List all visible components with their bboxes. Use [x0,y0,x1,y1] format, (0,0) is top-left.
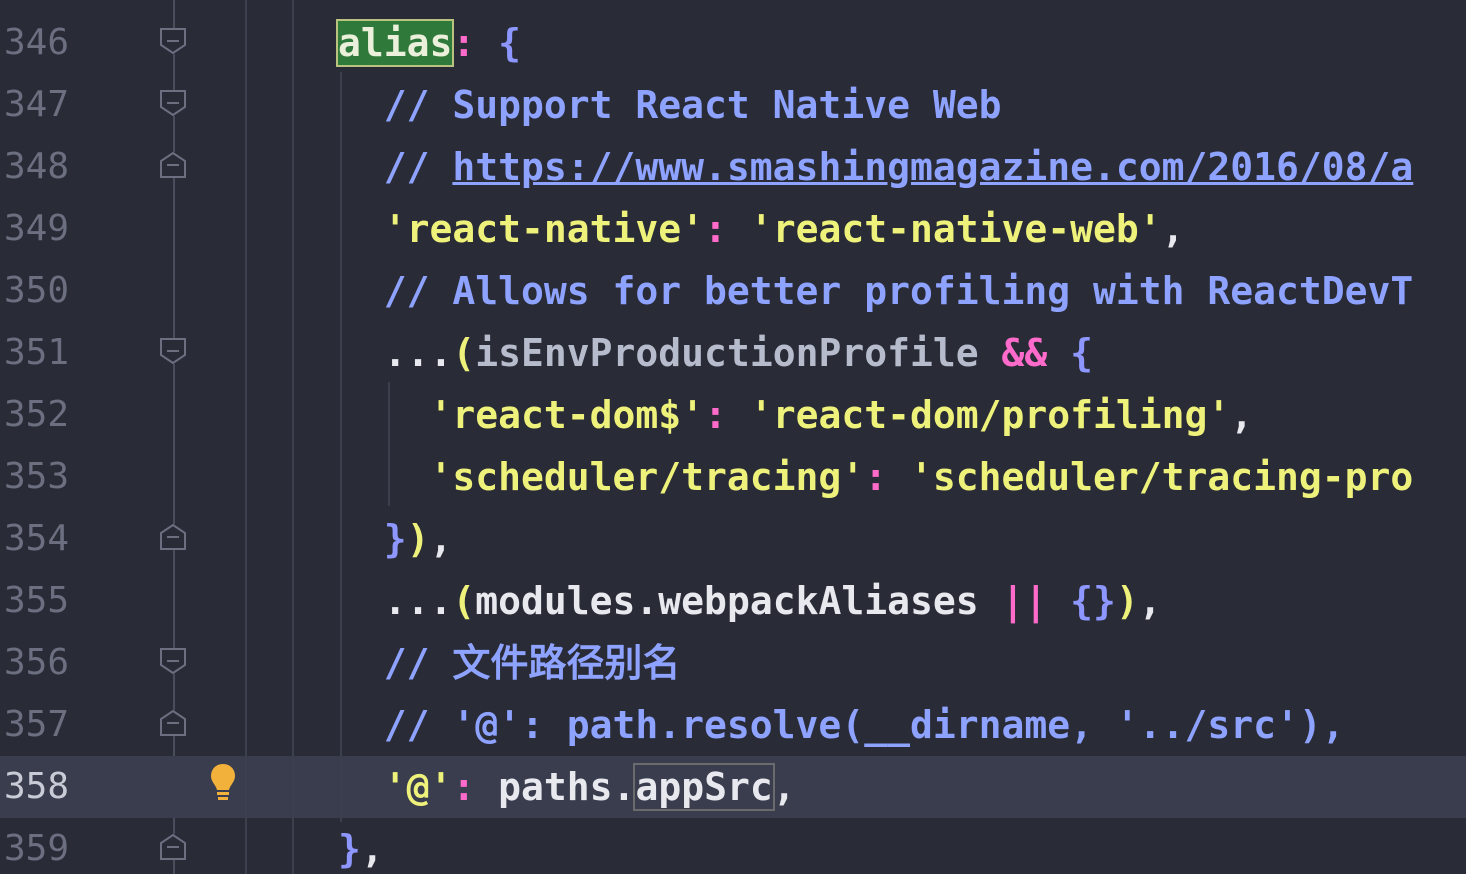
code-token: : [704,207,750,251]
fold-collapse-icon[interactable] [160,648,186,674]
code-token: // [338,145,453,189]
highlighted-token: alias [335,19,455,67]
code-token: 'scheduler/tracing' [338,455,865,499]
indent-guide [388,382,390,506]
code-token: ) [406,517,430,561]
code-token: , [429,517,453,561]
code-token: : [704,393,750,437]
code-token: } [338,517,407,561]
fold-collapse-icon[interactable] [160,28,186,54]
code-text[interactable]: ...(modules.webpackAliases || {}), [338,570,1162,632]
line-number: 355 [4,580,70,621]
code-token: { [498,21,522,65]
code-text[interactable]: // https://www.smashingmagazine.com/2016… [338,136,1414,198]
code-token: // '@': path.resolve(__dirname, '../src'… [338,703,1345,747]
code-token: ... [338,579,453,623]
code-line[interactable]: 353 'scheduler/tracing': 'scheduler/trac… [0,446,1466,508]
line-number: 358 [4,766,70,807]
code-text[interactable]: '@': paths.appSrc, [338,756,796,818]
code-token: } [338,827,361,871]
code-line[interactable]: 349 'react-native': 'react-native-web', [0,198,1466,260]
line-number: 352 [4,394,70,435]
line-number: 348 [4,146,70,187]
code-token: || [1001,579,1048,623]
code-text[interactable]: ...(isEnvProductionProfile && { [338,322,1093,384]
line-number: 356 [4,642,70,683]
line-number: 346 [4,22,70,63]
code-token: {} [1047,579,1116,623]
code-text[interactable]: 'react-dom$': 'react-dom/profiling', [338,384,1254,446]
code-token: , [1230,393,1254,437]
line-number: 353 [4,456,70,497]
line-number: 359 [4,828,70,869]
fold-end-icon[interactable] [160,524,186,550]
code-token: , [1161,207,1185,251]
code-line[interactable]: 356 // 文件路径别名 [0,632,1466,694]
code-token: isEnvProductionProfile [475,331,1002,375]
code-token: https://www.smashingmagazine.com/2016/08… [452,145,1414,189]
code-token: // Support React Native Web [338,83,1002,127]
code-line[interactable]: 355 ...(modules.webpackAliases || {}), [0,570,1466,632]
code-text[interactable]: 'react-native': 'react-native-web', [338,198,1185,260]
indent-guide [340,72,342,822]
code-token: , [360,827,384,871]
line-number: 349 [4,208,70,249]
code-text[interactable]: // Support React Native Web [338,74,1002,136]
code-token: { [1047,331,1094,375]
code-token: ( [452,331,476,375]
code-line[interactable]: 348 // https://www.smashingmagazine.com/… [0,136,1466,198]
code-text[interactable]: alias: { [335,12,522,74]
code-token: // 文件路径别名 [338,641,681,685]
code-text[interactable]: // 文件路径别名 [338,632,681,694]
line-number: 347 [4,84,70,125]
code-line[interactable]: 359}, [0,818,1466,874]
fold-collapse-icon[interactable] [160,90,186,116]
code-text[interactable]: // '@': path.resolve(__dirname, '../src'… [338,694,1345,756]
code-token: // Allows for better profiling with Reac… [338,269,1414,313]
line-number: 354 [4,518,70,559]
code-text[interactable]: }, [338,818,384,874]
lightbulb-icon[interactable] [208,762,238,802]
code-token: : [452,21,499,65]
code-token: 'react-dom/profiling' [749,393,1231,437]
code-token: modules.webpackAliases [475,579,1002,623]
code-line[interactable]: 357 // '@': path.resolve(__dirname, '../… [0,694,1466,756]
code-line[interactable]: 350 // Allows for better profiling with … [0,260,1466,322]
code-token: paths. [498,765,636,809]
code-token: ) [1115,579,1139,623]
code-line[interactable]: 346 alias: { [0,12,1466,74]
fold-collapse-icon[interactable] [160,338,186,364]
code-line[interactable]: 351 ...(isEnvProductionProfile && { [0,322,1466,384]
code-token: , [772,765,796,809]
code-token: 'react-dom$' [338,393,705,437]
code-token: 'react-native-web' [749,207,1162,251]
code-line[interactable]: 352 'react-dom$': 'react-dom/profiling', [0,384,1466,446]
code-editor[interactable]: 346 alias: {347 // Support React Native W… [0,0,1466,874]
code-token: ... [338,331,453,375]
code-token: '@' [338,765,453,809]
fold-end-icon[interactable] [160,152,186,178]
code-token: 'scheduler/tracing-pro [909,455,1414,499]
fold-end-icon[interactable] [160,834,186,860]
highlighted-token: appSrc [633,763,775,811]
code-text[interactable]: // Allows for better profiling with Reac… [338,260,1414,322]
code-token: : [864,455,910,499]
code-line[interactable]: 354 }), [0,508,1466,570]
indent-guide [292,0,294,874]
line-number: 350 [4,270,70,311]
line-number: 357 [4,704,70,745]
fold-end-icon[interactable] [160,710,186,736]
code-line[interactable]: 347 // Support React Native Web [0,74,1466,136]
indent-guide [245,0,247,874]
code-token: 'react-native' [338,207,705,251]
line-number: 351 [4,332,70,373]
code-token: , [1138,579,1162,623]
code-token: ( [452,579,476,623]
code-token: && [1001,331,1048,375]
code-text[interactable]: 'scheduler/tracing': 'scheduler/tracing-… [338,446,1414,508]
code-text[interactable]: }), [338,508,453,570]
code-token: : [452,765,499,809]
